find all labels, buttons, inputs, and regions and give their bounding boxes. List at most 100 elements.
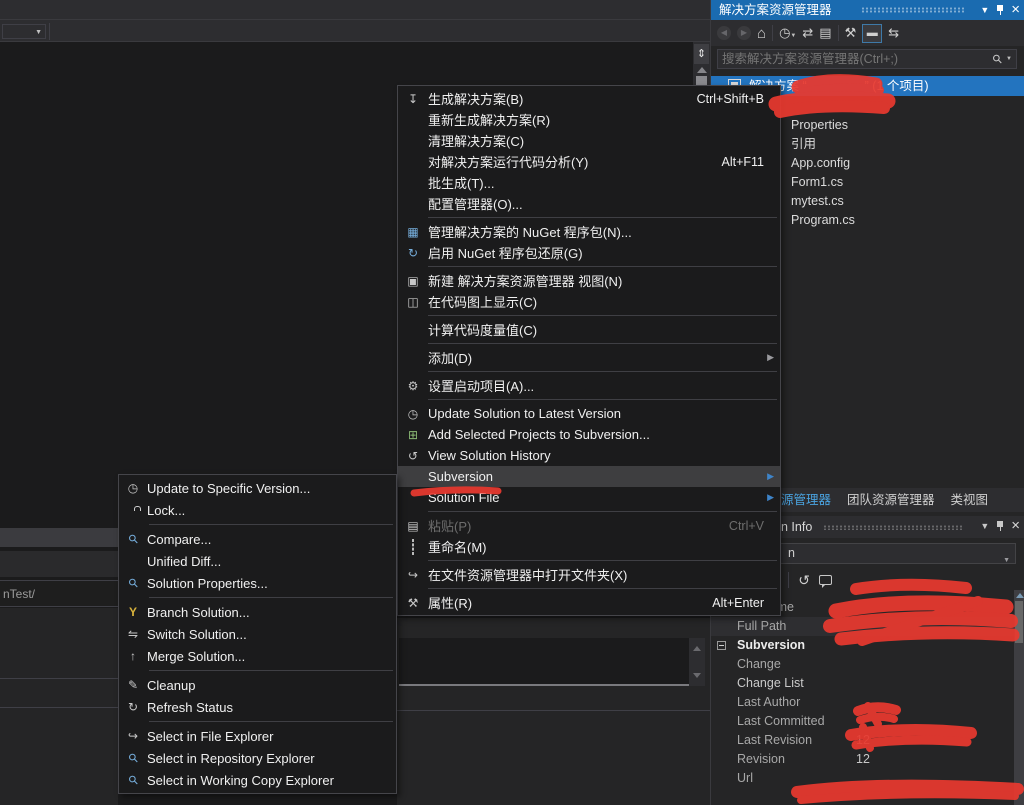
menu-item-nuget-restore[interactable]: ↻启用 NuGet 程序包还原(G) (398, 242, 780, 263)
forward-icon[interactable]: ▶ (737, 26, 751, 40)
home-icon[interactable]: ⌂ (757, 25, 766, 42)
menu-shortcut: Alt+F11 (722, 155, 781, 169)
pin-icon[interactable] (996, 520, 1004, 532)
back-icon[interactable]: ◀ (717, 26, 731, 40)
textbox-scrollbar[interactable] (689, 638, 705, 686)
menu-item-gear[interactable]: ⚙设置启动项目(A)... (398, 375, 780, 396)
solution-context-menu: ↧生成解决方案(B)Ctrl+Shift+B重新生成解决方案(R)清理解决方案(… (397, 85, 781, 616)
menu-item-lock[interactable]: Lock... (119, 499, 396, 521)
menu-item-open-in-explorer[interactable]: ↪在文件资源管理器中打开文件夹(X) (398, 564, 780, 585)
menu-item-history[interactable]: ↺View Solution History (398, 445, 780, 466)
search-box[interactable]: ⚲ ▼ (717, 49, 1017, 69)
occluded-textbox[interactable] (399, 638, 689, 686)
menu-item-row4[interactable]: 批生成(T)... (398, 172, 780, 193)
solution-explorer-titlebar[interactable]: 解决方案资源管理器 ▼ × (711, 0, 1024, 20)
menu-item-row16[interactable]: Subversion▶ (398, 466, 780, 487)
menu-item-update-latest[interactable]: ◷Update Solution to Latest Version (398, 403, 780, 424)
menu-item-new-view[interactable]: ▣新建 解决方案资源管理器 视图(N) (398, 270, 780, 291)
menu-item-row2[interactable]: 清理解决方案(C) (398, 130, 780, 151)
grid-row-change[interactable]: Change (711, 655, 1014, 674)
menu-separator (428, 511, 777, 512)
scroll-up-icon[interactable] (1016, 593, 1024, 598)
scrollbar-thumb[interactable] (1015, 601, 1023, 643)
menu-item-row17[interactable]: Solution File▶ (398, 487, 780, 508)
grid-row-subversion[interactable]: Subversion (711, 636, 1014, 655)
collapse-all-icon[interactable]: ▤ (819, 25, 831, 41)
search-input[interactable] (718, 52, 993, 66)
menu-item-repository-explorer[interactable]: ⚲Select in Repository Explorer (119, 747, 396, 769)
grid-label: Url (737, 769, 753, 788)
menu-item-paste[interactable]: ▤粘贴(P)Ctrl+V (398, 515, 780, 536)
show-all-files-icon[interactable]: ▬ (862, 24, 882, 43)
menu-item-merge[interactable]: ↑Merge Solution... (119, 645, 396, 667)
window-menu-icon[interactable]: ▼ (980, 0, 989, 20)
menu-item-build-solution[interactable]: ↧生成解决方案(B)Ctrl+Shift+B (398, 88, 780, 109)
grid-row-last-committed[interactable]: Last Committed (711, 712, 1014, 731)
menu-item-code-map[interactable]: ◫在代码图上显示(C) (398, 291, 780, 312)
properties-wrench-icon[interactable]: ⚒ (845, 25, 857, 41)
menu-item-row3[interactable]: Unified Diff... (119, 550, 396, 572)
close-icon[interactable]: × (1011, 3, 1020, 17)
menu-item-solution-properties[interactable]: ⚲Solution Properties... (119, 572, 396, 594)
grid-row-last-author[interactable]: Last Author (711, 693, 1014, 712)
grid-label: Last Revision (737, 731, 812, 750)
tab-1[interactable]: 团队资源管理器 (839, 486, 943, 512)
sync-icon[interactable]: ⇄ (802, 25, 813, 41)
close-icon[interactable]: × (1011, 519, 1020, 533)
grid-row-change-list[interactable]: Change List (711, 674, 1014, 693)
tab-2[interactable]: 类视图 (943, 486, 997, 512)
menu-item-working-copy-explorer[interactable]: ⚲Select in Working Copy Explorer (119, 769, 396, 791)
tree-item-properties[interactable]: Properties (791, 116, 1011, 135)
menu-item-select-file-explorer[interactable]: ↪Select in File Explorer (119, 725, 396, 747)
splitter-grip-icon[interactable]: ⇕ (694, 44, 709, 64)
tree-item--[interactable]: 引用 (791, 135, 1011, 154)
tab-0[interactable]: 源管理器 (773, 486, 839, 512)
property-grid: File NameFull PathSubversionChangeChange… (711, 598, 1014, 805)
grid-row-url[interactable]: Url (711, 769, 1014, 788)
comment-icon[interactable] (819, 575, 832, 585)
menu-item-label: Branch Solution... (147, 605, 396, 620)
menu-item-add-to-subversion[interactable]: ⊞Add Selected Projects to Subversion... (398, 424, 780, 445)
tree-item-app-config[interactable]: App.config (791, 154, 1011, 173)
history-icon[interactable]: ↺ (798, 572, 810, 589)
menu-item-label: Update to Specific Version... (147, 481, 396, 496)
tree-item-form1-cs[interactable]: Form1.cs (791, 173, 1011, 192)
menu-item-rename[interactable]: 重命名(M) (398, 536, 780, 557)
menu-item-row3[interactable]: 对解决方案运行代码分析(Y)Alt+F11 (398, 151, 780, 172)
scroll-up-icon[interactable] (697, 67, 707, 73)
grid-row-revision[interactable]: Revision12 (711, 750, 1014, 769)
submenu-arrow-icon: ▶ (767, 492, 774, 503)
wrench-icon: ⚒ (398, 596, 428, 610)
menu-item-row11[interactable]: 添加(D)▶ (398, 347, 780, 368)
grid-label: Last Author (737, 693, 800, 712)
sync-with-active-document-icon[interactable]: ⇆ (888, 25, 899, 41)
menu-item-nuget[interactable]: ▦管理解决方案的 NuGet 程序包(N)... (398, 221, 780, 242)
window-menu-icon[interactable]: ▼ (980, 515, 989, 537)
collapse-expander-icon[interactable] (717, 641, 726, 650)
menu-item-refresh-status[interactable]: ↻Refresh Status (119, 696, 396, 718)
tree-item-mytest-cs[interactable]: mytest.cs (791, 192, 1011, 211)
grid-row-full-path[interactable]: Full Path (711, 617, 1014, 636)
menu-item-row10[interactable]: 计算代码度量值(C) (398, 319, 780, 340)
pending-changes-filter-icon[interactable]: ◷▼ (779, 25, 796, 41)
update-latest-icon: ◷ (398, 407, 428, 421)
grid-row-last-revision[interactable]: Last Revision12 (711, 731, 1014, 750)
menu-item-branch[interactable]: YBranch Solution... (119, 601, 396, 623)
menu-item-cleanup[interactable]: ✎Cleanup (119, 674, 396, 696)
menu-item-label: 生成解决方案(B) (428, 89, 697, 108)
tree-item-program-cs[interactable]: Program.cs (791, 211, 1011, 230)
toolbar-combo[interactable]: ▼ (2, 24, 46, 39)
menu-item-wrench[interactable]: ⚒属性(R)Alt+Enter (398, 592, 780, 613)
merge-icon: ↑ (119, 649, 147, 663)
pin-icon[interactable] (996, 4, 1004, 16)
open-in-explorer-icon: ↪ (398, 568, 428, 582)
menu-item-row1[interactable]: 重新生成解决方案(R) (398, 109, 780, 130)
menu-item-label: Merge Solution... (147, 649, 396, 664)
chevron-down-icon[interactable]: ▼ (1006, 56, 1012, 62)
menu-item-switch[interactable]: ⇋Switch Solution... (119, 623, 396, 645)
menu-item-update-specific[interactable]: ◷Update to Specific Version... (119, 477, 396, 499)
menu-item-label: 对解决方案运行代码分析(Y) (428, 152, 722, 171)
menu-item-row5[interactable]: 配置管理器(O)... (398, 193, 780, 214)
menu-item-compare[interactable]: ⚲Compare... (119, 528, 396, 550)
menu-item-label: 清理解决方案(C) (428, 131, 780, 150)
